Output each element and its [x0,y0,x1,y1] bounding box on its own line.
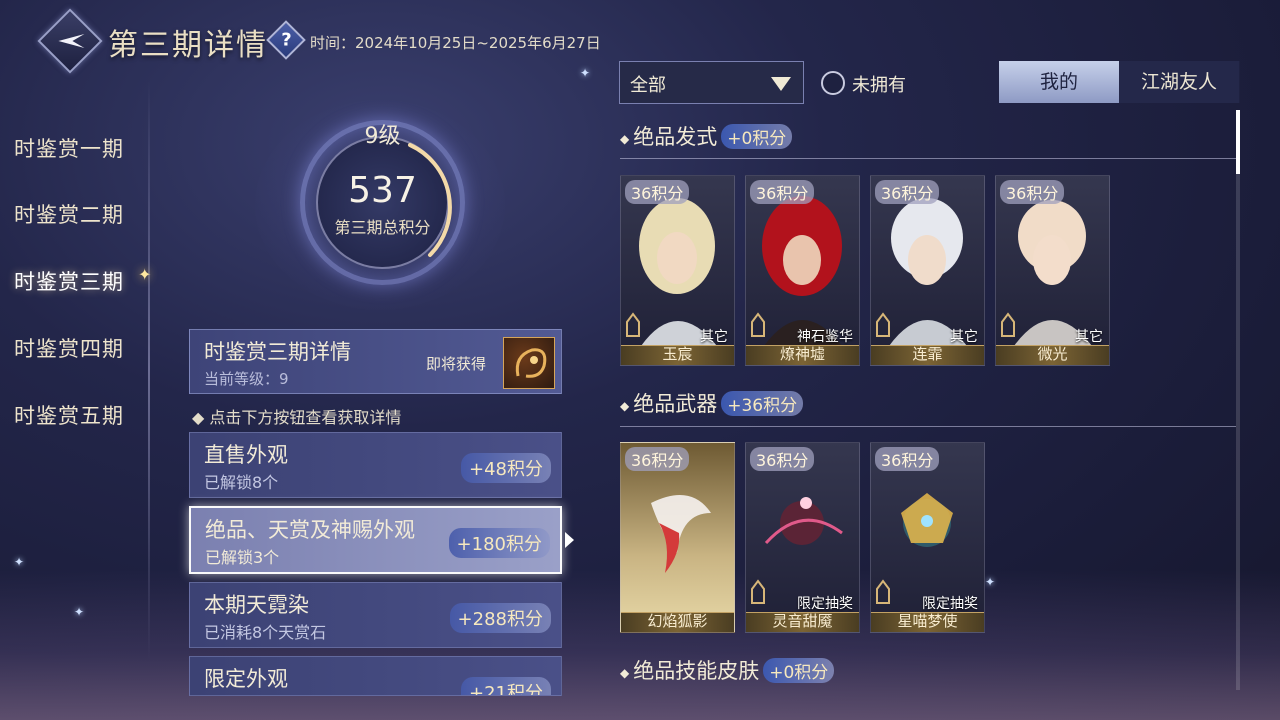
lock-icon [626,312,640,337]
filter-dropdown-value: 全部 [630,75,666,96]
card-points: 36积分 [625,180,690,204]
card-name: 幻焰狐影 [647,612,708,630]
sparkle-icon: ✦ [74,605,85,619]
category-sub: 已解锁8个 [204,473,279,492]
category-points: +21积分 [461,677,551,695]
not-owned-label: 未拥有 [852,75,906,96]
scrollbar-track[interactable] [1236,110,1240,690]
item-card[interactable]: 36积分 神石鉴华 燎神墟 [745,175,860,366]
sparkle-icon: ✦ [985,575,996,589]
section-title-weapon: ◆ 绝品武器 +36积分 [620,388,804,418]
item-card[interactable]: 36积分 限定抽奖 灵音甜魇 [745,442,860,633]
card-points: 36积分 [1000,180,1065,204]
owner-tabs: 我的 江湖友人 [999,61,1240,103]
category-sub: 已解锁3个 [205,548,280,567]
card-points: 36积分 [750,180,815,204]
page-title: 第三期详情 [108,28,268,63]
section-title-hair: ◆ 绝品发式 +0积分 [620,121,793,151]
nav-item-period-3[interactable]: 时鉴赏三期 [14,266,124,296]
total-score: 537 [348,170,417,211]
soon-label: 即将获得 [426,355,487,373]
lock-icon [876,579,890,604]
scrollbar-thumb[interactable] [1236,110,1240,174]
period-detail-card[interactable]: 时鉴赏三期详情 当前等级：9 即将获得 [189,329,562,394]
hint-text: ◆ 点击下方按钮查看获取详情 [192,408,402,427]
section-title-text: 绝品发式 [633,125,718,149]
back-arrow-icon [58,34,85,48]
help-button[interactable]: ? [266,20,306,60]
sparkle-icon: ✦ [580,66,591,80]
nav-item-period-4[interactable]: 时鉴赏四期 [14,333,124,363]
diamond-bullet-icon: ◆ [620,665,630,680]
lock-icon [751,312,765,337]
question-icon: ? [281,29,292,51]
category-dye[interactable]: 本期天霓染 已消耗8个天赏石 +288积分 [189,582,562,648]
reward-item-icon[interactable] [503,337,555,389]
item-card[interactable]: 36积分 其它 微光 [995,175,1110,366]
section-points: +0积分 [721,124,793,149]
filter-dropdown[interactable]: 全部 [619,61,804,104]
card-name: 灵音甜魇 [772,612,833,630]
item-card[interactable]: 36积分 其它 连霏 [870,175,985,366]
diamond-bullet-icon: ◆ [620,131,630,146]
back-button[interactable] [37,8,103,74]
section-title-text: 绝品技能皮肤 [633,659,760,683]
total-score-label: 第三期总积分 [334,218,431,237]
category-title: 直售外观 [204,443,288,467]
not-owned-radio[interactable] [821,71,845,95]
sparkle-icon: ✦ [14,555,25,569]
section-divider [620,158,1236,159]
section-title-skill-skin: ◆ 绝品技能皮肤 +0积分 [620,655,835,685]
nav-item-period-1[interactable]: 时鉴赏一期 [14,133,124,163]
card-name: 微光 [1037,345,1068,363]
section-divider [620,426,1236,427]
category-points: +48积分 [461,453,551,483]
card-points: 36积分 [750,447,815,471]
lock-icon [751,579,765,604]
diamond-bullet-icon: ◆ [620,398,630,413]
card-points: 36积分 [875,180,940,204]
category-limited[interactable]: 限定外观 +21积分 [189,656,562,696]
item-card[interactable]: 36积分 限定抽奖 星喵梦使 [870,442,985,633]
section-title-text: 绝品武器 [633,392,718,416]
nav-divider [148,80,150,660]
section-points: +36积分 [721,391,804,416]
category-title: 绝品、天赏及神赐外观 [205,518,415,542]
nav-item-period-2[interactable]: 时鉴赏二期 [14,199,124,229]
category-direct-sale[interactable]: 直售外观 已解锁8个 +48积分 [189,432,562,498]
lock-icon [1001,312,1015,337]
card-name: 连霏 [912,345,943,363]
time-range: 时间：2024年10月25日~2025年6月27日 [310,34,601,52]
dropdown-caret-icon [771,77,791,91]
current-level: 当前等级：9 [204,370,289,388]
category-points: +180积分 [448,528,550,558]
category-sub: 已消耗8个天赏石 [204,623,327,642]
card-name: 燎神墟 [779,345,825,363]
category-premium[interactable]: 绝品、天赏及神赐外观 已解锁3个 +180积分 [189,506,562,574]
selected-arrow-icon [565,532,574,548]
category-title: 本期天霓染 [204,593,309,617]
tab-friends[interactable]: 江湖友人 [1119,61,1239,103]
lock-icon [876,312,890,337]
detail-title: 时鉴赏三期详情 [204,340,351,364]
tab-mine[interactable]: 我的 [999,61,1119,103]
item-card[interactable]: 36积分 其它 玉宸 [620,175,735,366]
active-sparkle-icon: ✦ [138,265,152,284]
card-points: 36积分 [875,447,940,471]
item-card[interactable]: 36积分 幻焰狐影 [620,442,735,633]
section-points: +0积分 [763,658,835,683]
category-title: 限定外观 [204,667,288,691]
card-name: 玉宸 [662,345,693,363]
category-points: +288积分 [449,603,551,633]
card-name: 星喵梦使 [897,612,958,630]
nav-item-period-5[interactable]: 时鉴赏五期 [14,400,124,430]
level-text: 9级 [364,124,401,149]
card-points: 36积分 [625,447,690,471]
